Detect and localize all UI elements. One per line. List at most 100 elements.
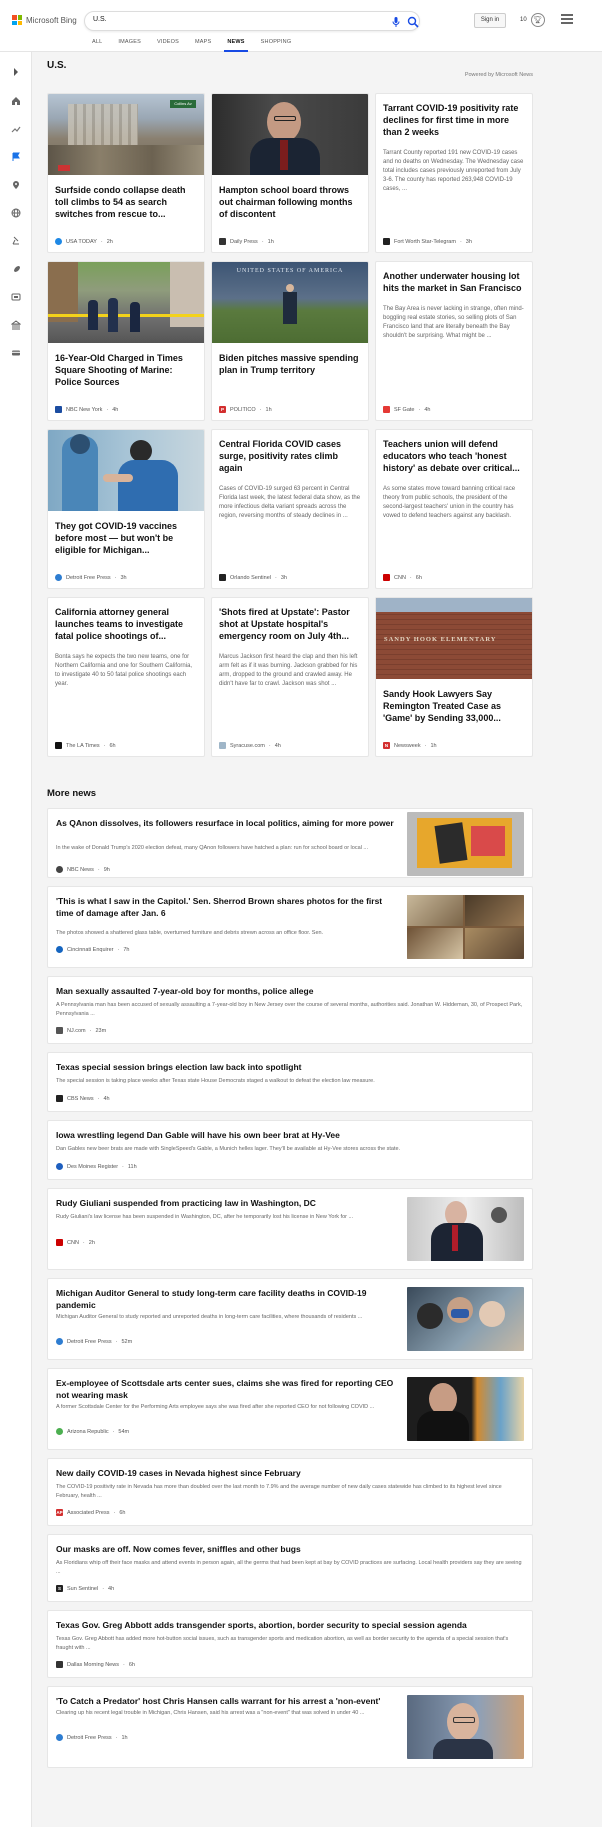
news-card[interactable]: Collins Av Surfside condo collapse death… xyxy=(47,93,205,253)
item-title[interactable]: Texas Gov. Greg Abbott adds transgender … xyxy=(56,1619,526,1631)
card-title[interactable]: 'Shots fired at Upstate': Pastor shot at… xyxy=(212,606,368,642)
item-title[interactable]: New daily COVID-19 cases in Nevada highe… xyxy=(56,1467,526,1479)
news-card[interactable]: California attorney general launches tea… xyxy=(47,597,205,757)
home-icon[interactable] xyxy=(10,95,22,107)
item-source: CNN · 2h xyxy=(56,1239,95,1246)
rewards-count: 10 xyxy=(520,17,527,23)
item-title[interactable]: Rudy Giuliani suspended from practicing … xyxy=(56,1197,396,1209)
tab-shopping[interactable]: SHOPPING xyxy=(253,38,300,52)
item-title[interactable]: As QAnon dissolves, its followers resurf… xyxy=(56,817,396,829)
list-item[interactable]: Ex-employee of Scottsdale arts center su… xyxy=(47,1368,533,1450)
item-title[interactable]: Ex-employee of Scottsdale arts center su… xyxy=(56,1377,401,1401)
news-card[interactable]: 'Shots fired at Upstate': Pastor shot at… xyxy=(211,597,369,757)
bing-logo[interactable]: Microsoft Bing xyxy=(12,15,77,25)
tab-news[interactable]: NEWS xyxy=(219,38,252,52)
entertainment-icon[interactable] xyxy=(10,291,22,303)
list-item[interactable]: 'To Catch a Predator' host Chris Hansen … xyxy=(47,1686,533,1768)
card-title[interactable]: Tarrant COVID-19 positivity rate decline… xyxy=(376,102,532,138)
search-scope-tabs: ALL IMAGES VIDEOS MAPS NEWS SHOPPING xyxy=(84,38,299,52)
tab-maps[interactable]: MAPS xyxy=(187,38,219,52)
card-icon[interactable] xyxy=(10,347,22,359)
list-item[interactable]: New daily COVID-19 cases in Nevada highe… xyxy=(47,1458,533,1526)
school-sign-text: SANDY HOOK ELEMENTARY xyxy=(384,636,497,643)
qanon-thumbnail xyxy=(407,812,524,876)
tab-videos[interactable]: VIDEOS xyxy=(149,38,187,52)
news-card[interactable]: Tarrant COVID-19 positivity rate decline… xyxy=(375,93,533,253)
item-snippet: The photos showed a shattered glass tabl… xyxy=(56,930,324,936)
sandy-hook-photo: SANDY HOOK ELEMENTARY xyxy=(376,598,532,679)
microphone-icon[interactable] xyxy=(390,16,402,28)
item-source: Cincinnati Enquirer · 7h xyxy=(56,946,129,953)
location-icon[interactable] xyxy=(10,179,22,191)
item-title[interactable]: Texas special session brings election la… xyxy=(56,1061,526,1073)
powered-by[interactable]: Powered by Microsoft News xyxy=(465,72,533,78)
card-title[interactable]: Biden pitches massive spending plan in T… xyxy=(212,352,368,376)
street-sign: Collins Av xyxy=(170,100,196,108)
card-title[interactable]: Hampton school board throws out chairman… xyxy=(212,184,368,220)
item-source: Des Moines Register · 11h xyxy=(56,1163,137,1170)
item-title[interactable]: Michigan Auditor General to study long-t… xyxy=(56,1287,396,1311)
list-item[interactable]: Texas special session brings election la… xyxy=(47,1052,533,1112)
item-title[interactable]: Iowa wrestling legend Dan Gable will hav… xyxy=(56,1129,526,1141)
card-title[interactable]: California attorney general launches tea… xyxy=(48,606,204,642)
search-box[interactable] xyxy=(84,11,420,31)
list-item[interactable]: Our masks are off. Now comes fever, snif… xyxy=(47,1534,533,1602)
card-source: USA TODAY · 2h xyxy=(55,238,113,245)
card-source: P POLITICO · 1h xyxy=(219,406,272,413)
newsweek-icon: N xyxy=(383,742,390,749)
item-title[interactable]: 'To Catch a Predator' host Chris Hansen … xyxy=(56,1695,396,1707)
list-item[interactable]: Iowa wrestling legend Dan Gable will hav… xyxy=(47,1120,533,1180)
microsoft-logo-icon xyxy=(12,15,22,25)
arizona-republic-icon xyxy=(56,1428,63,1435)
tab-all[interactable]: ALL xyxy=(84,38,110,52)
list-item[interactable]: Michigan Auditor General to study long-t… xyxy=(47,1278,533,1360)
list-item[interactable]: Man sexually assaulted 7-year-old boy fo… xyxy=(47,976,533,1044)
card-title[interactable]: Another underwater housing lot hits the … xyxy=(376,270,532,294)
card-title[interactable]: 16-Year-Old Charged in Times Square Shoo… xyxy=(48,352,204,388)
trophy-icon: 🏆︎ xyxy=(530,13,545,27)
news-card[interactable]: Central Florida COVID cases surge, posit… xyxy=(211,429,369,589)
item-source: Arizona Republic · 54m xyxy=(56,1428,129,1435)
flag-icon[interactable] xyxy=(10,151,22,163)
news-card[interactable]: SANDY HOOK ELEMENTARY Sandy Hook Lawyers… xyxy=(375,597,533,757)
globe-icon[interactable] xyxy=(10,207,22,219)
item-title[interactable]: Man sexually assaulted 7-year-old boy fo… xyxy=(56,985,526,997)
free-press-icon xyxy=(56,1338,63,1345)
syracuse-icon xyxy=(219,742,226,749)
money-icon[interactable] xyxy=(10,319,22,331)
des-moines-register-icon xyxy=(56,1163,63,1170)
science-icon[interactable] xyxy=(10,235,22,247)
item-title[interactable]: Our masks are off. Now comes fever, snif… xyxy=(56,1543,526,1555)
news-card[interactable]: Another underwater housing lot hits the … xyxy=(375,261,533,421)
card-title[interactable]: They got COVID-19 vaccines before most —… xyxy=(48,520,204,556)
chevron-right-icon[interactable] xyxy=(10,66,22,78)
item-source: S Sun Sentinel · 4h xyxy=(56,1585,115,1592)
news-card[interactable]: They got COVID-19 vaccines before most —… xyxy=(47,429,205,589)
item-snippet: Dan Gables new beer brats are made with … xyxy=(56,1146,401,1152)
search-icon[interactable] xyxy=(407,16,419,28)
news-card[interactable]: Hampton school board throws out chairman… xyxy=(211,93,369,253)
rewards-button[interactable]: 10 🏆︎ xyxy=(520,13,545,27)
news-card[interactable]: UNITED STATES OF AMERICA Biden pitches m… xyxy=(211,261,369,421)
rubble-photo: Collins Av xyxy=(48,94,204,175)
main-content: U.S. Powered by Microsoft News Collins A… xyxy=(47,60,533,1768)
list-item[interactable]: 'This is what I saw in the Capitol.' Sen… xyxy=(47,886,533,968)
card-title[interactable]: Central Florida COVID cases surge, posit… xyxy=(212,438,368,474)
item-title[interactable]: 'This is what I saw in the Capitol.' Sen… xyxy=(56,895,401,919)
rocket-icon[interactable] xyxy=(10,263,22,275)
list-item[interactable]: Rudy Giuliani suspended from practicing … xyxy=(47,1188,533,1270)
list-item[interactable]: As QAnon dissolves, its followers resurf… xyxy=(47,808,533,878)
item-snippet: Rudy Giuliani's law license has been sus… xyxy=(56,1214,354,1220)
news-card[interactable]: Teachers union will defend educators who… xyxy=(375,429,533,589)
list-item[interactable]: Texas Gov. Greg Abbott adds transgender … xyxy=(47,1610,533,1678)
news-card[interactable]: 16-Year-Old Charged in Times Square Shoo… xyxy=(47,261,205,421)
trending-icon[interactable] xyxy=(10,123,22,135)
sign-in-button[interactable]: Sign in xyxy=(474,13,506,28)
tab-images[interactable]: IMAGES xyxy=(110,38,149,52)
hamburger-menu-icon[interactable] xyxy=(561,14,573,24)
card-title[interactable]: Sandy Hook Lawyers Say Remington Treated… xyxy=(376,688,532,724)
search-input[interactable] xyxy=(93,16,373,23)
card-title[interactable]: Teachers union will defend educators who… xyxy=(376,438,532,474)
times-square-photo xyxy=(48,262,204,343)
card-title[interactable]: Surfside condo collapse death toll climb… xyxy=(48,184,204,220)
